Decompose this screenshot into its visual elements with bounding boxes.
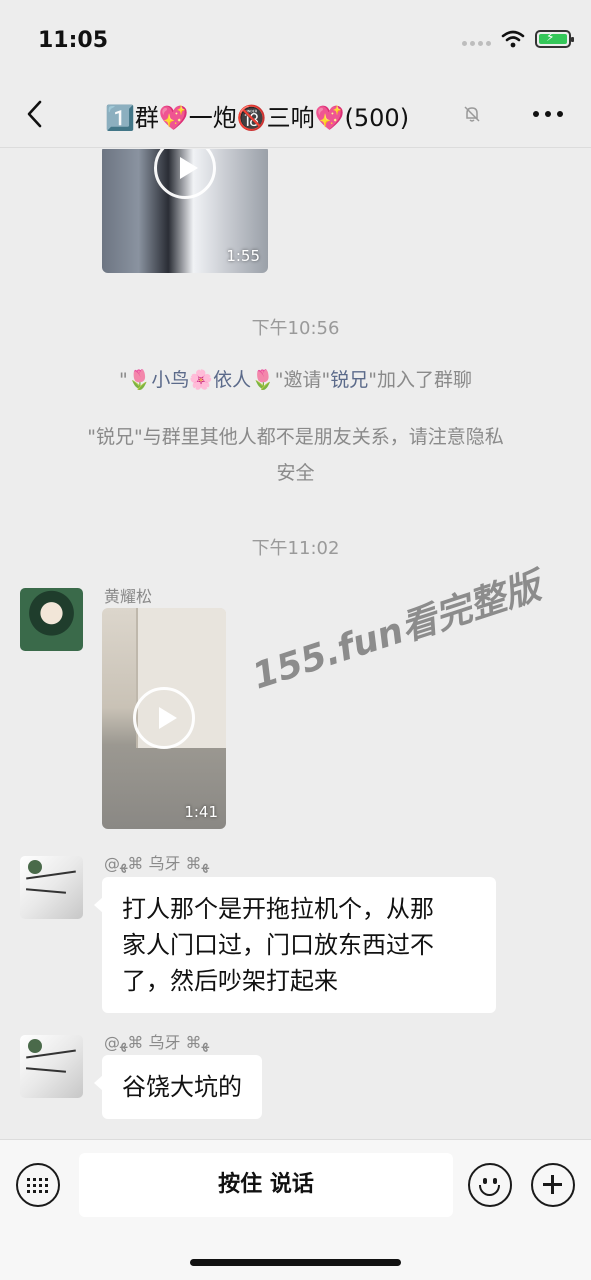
privacy-line-1: "锐兄"与群里其他人都不是朋友关系，请注意隐私 — [87, 426, 504, 448]
message-line: 家人门口过，门口放东西过不 — [122, 931, 434, 959]
emoji-icon[interactable] — [468, 1163, 512, 1207]
avatar[interactable] — [20, 588, 83, 651]
privacy-line-2: 安全 — [276, 462, 315, 484]
video-duration: 1:55 — [226, 247, 260, 265]
home-indicator[interactable] — [190, 1259, 401, 1266]
status-time: 11:05 — [38, 28, 109, 53]
invite-text: "邀请" — [274, 369, 331, 391]
bell-slash-icon — [464, 106, 480, 122]
invite-system-message: "🌷小鸟🌸依人🌷"邀请"锐兄"加入了群聊 — [0, 362, 591, 398]
keyboard-icon[interactable] — [16, 1163, 60, 1207]
sender-name: @ﻬ⌘ 乌牙 ⌘ﻬ — [104, 854, 209, 873]
video-duration: 1:41 — [184, 803, 218, 821]
status-bar: 11:05 ⚡ — [0, 0, 591, 80]
wifi-icon — [501, 30, 525, 48]
text-message-bubble[interactable]: 谷饶大坑的 — [94, 1055, 262, 1119]
plus-icon[interactable] — [531, 1163, 575, 1207]
cellular-signal-icon — [462, 32, 491, 46]
hold-to-talk-button[interactable]: 按住 说话 — [79, 1153, 453, 1217]
message-text: 谷饶大坑的 — [122, 1073, 242, 1101]
battery-icon: ⚡ — [535, 30, 574, 48]
inviter-name[interactable]: 🌷小鸟🌸依人🌷 — [128, 369, 275, 391]
message-line: 了，然后吵架打起来 — [122, 967, 338, 995]
status-icons: ⚡ — [462, 30, 574, 48]
avatar[interactable] — [20, 856, 83, 919]
message-line: 打人那个是开拖拉机个，从那 — [122, 895, 434, 923]
invitee-name[interactable]: 锐兄 — [330, 369, 368, 391]
more-options-button[interactable] — [533, 111, 563, 117]
sender-name: @ﻬ⌘ 乌牙 ⌘ﻬ — [104, 1033, 209, 1052]
sender-name: 黄耀松 — [104, 587, 153, 606]
chevron-left-icon[interactable] — [20, 96, 52, 132]
text-message-bubble[interactable]: 打人那个是开拖拉机个，从那 家人门口过，门口放东西过不 了，然后吵架打起来 — [94, 877, 496, 1013]
timestamp: 下午10:56 — [251, 318, 340, 339]
timestamp: 下午11:02 — [251, 538, 340, 559]
play-icon — [154, 149, 216, 199]
video-message-2[interactable]: 1:41 — [102, 608, 226, 829]
invite-quote: " — [119, 369, 128, 391]
play-icon — [133, 687, 195, 749]
privacy-system-message: "锐兄"与群里其他人都不是朋友关系，请注意隐私 安全 — [30, 419, 561, 491]
invite-tail: "加入了群聊 — [368, 369, 472, 391]
group-title: 1️⃣群💖一炮🔞三响💖(500) — [105, 104, 410, 132]
avatar[interactable] — [20, 1035, 83, 1098]
chat-header: 1️⃣群💖一炮🔞三响💖(500) — [0, 80, 591, 148]
video-message-1[interactable]: 1:55 — [102, 149, 268, 273]
